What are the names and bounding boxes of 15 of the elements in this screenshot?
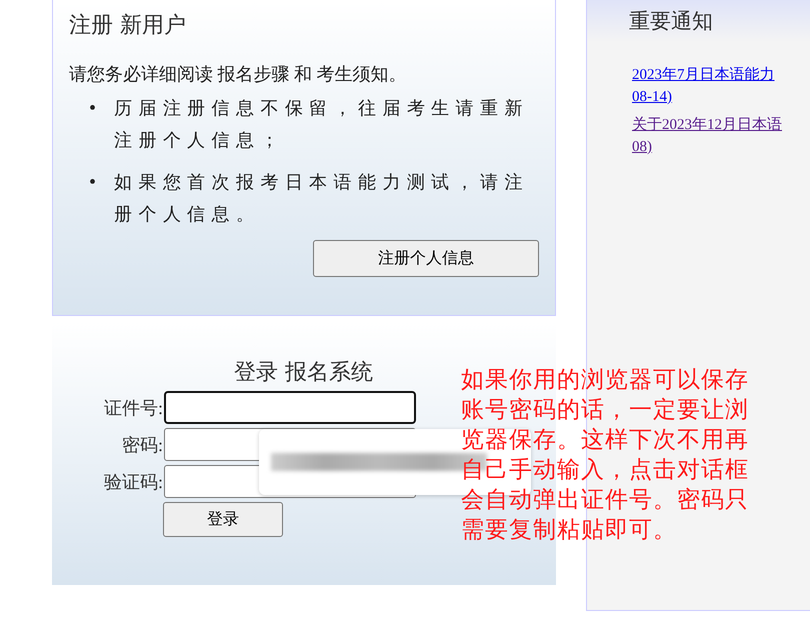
note-item: 如果您首次报考日本语能力测试，请注册个人信息。	[114, 171, 530, 226]
panel-title: 注册 新用户	[69, 12, 187, 40]
field-label: 证件号:	[102, 396, 163, 420]
panel-title: 重要通知	[629, 8, 713, 35]
annotation-text: 如果你用的浏览器可以保存账号密码的话，一定要让浏览器保存。这样下次不用再自己手动输入，点击对话框会自动弹出证件号。密码只需要复制粘贴即可。	[461, 366, 750, 545]
login-button[interactable]: 登录	[163, 502, 283, 537]
bullet-icon: •	[89, 92, 114, 124]
panel-title: 登录 报名系统	[234, 359, 373, 387]
register-button[interactable]: 注册个人信息	[313, 240, 539, 277]
note-item: 历届注册信息不保留，往届考生请重新注册个人信息；	[114, 97, 530, 152]
input-field[interactable]	[164, 391, 416, 424]
intro-text: 请您务必详细阅读 报名步骤 和 考生须知。	[69, 63, 408, 86]
bullet-icon: •	[89, 166, 114, 198]
field-label: 密码:	[120, 434, 163, 456]
field-label: 验证码:	[102, 470, 163, 494]
